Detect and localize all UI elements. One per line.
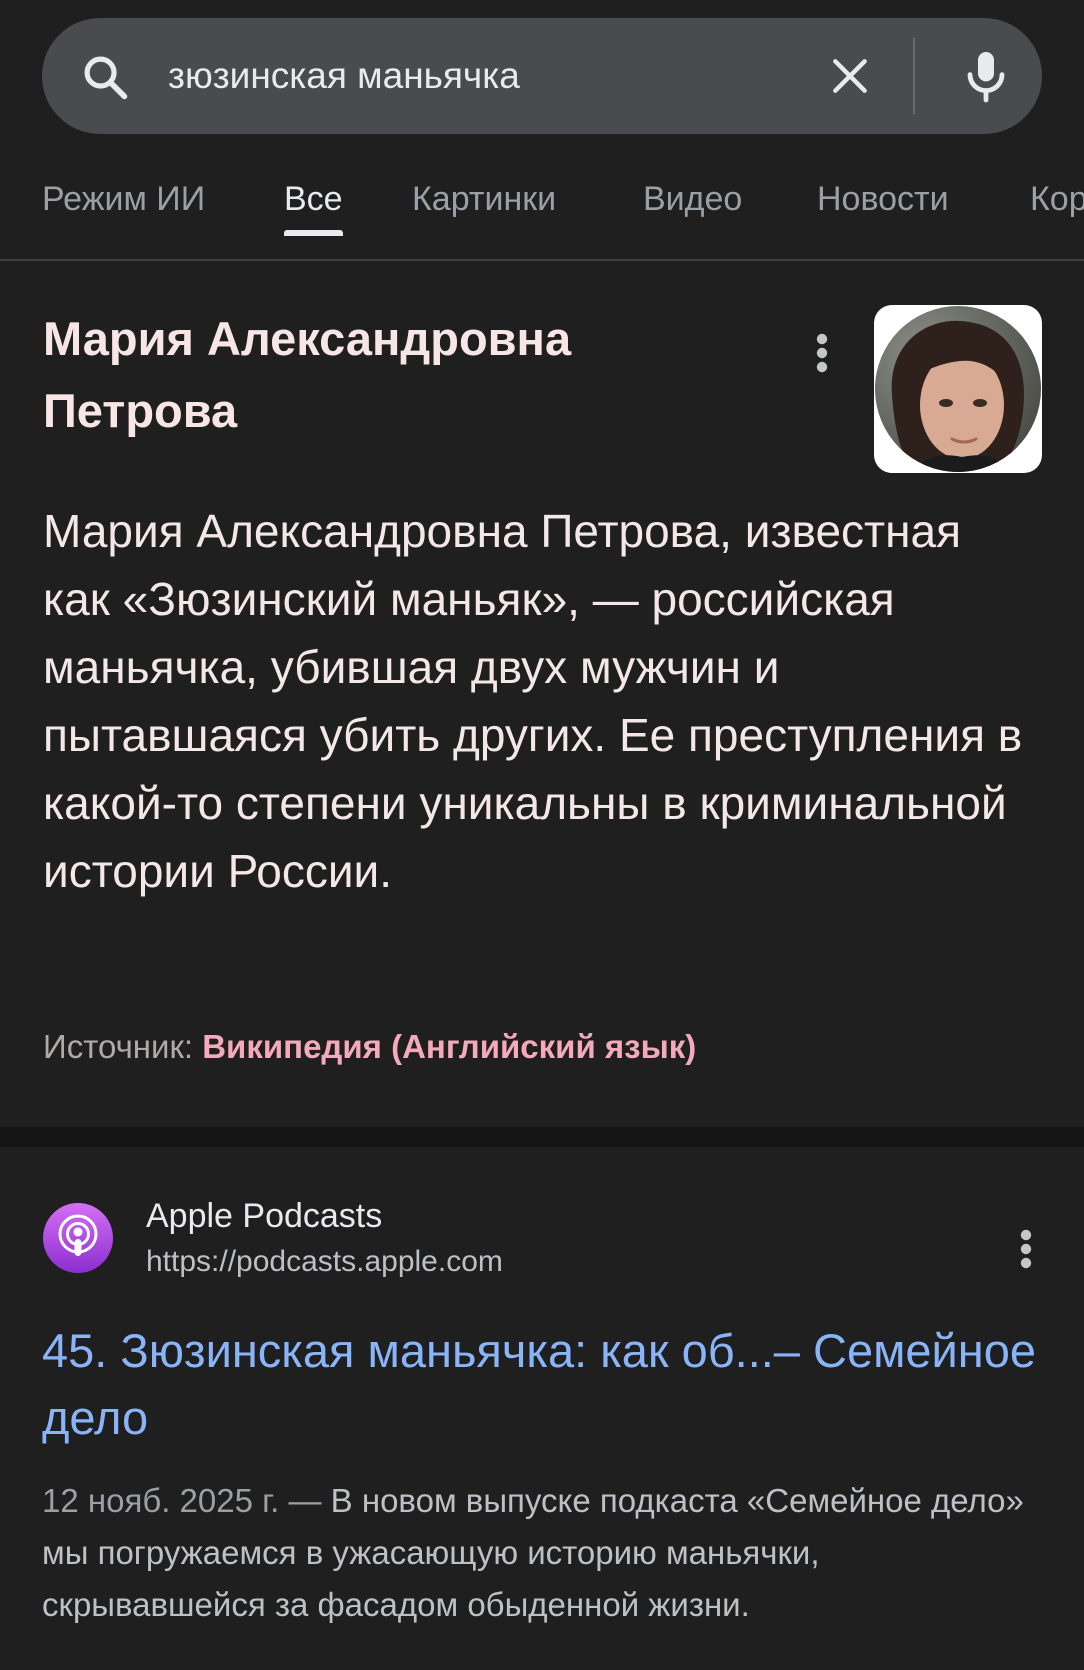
person-photo-image — [875, 306, 1041, 472]
kp-source-label: Источник: — [43, 1028, 194, 1065]
search-result: Apple Podcasts https://podcasts.apple.co… — [0, 1147, 1084, 1670]
tab-news[interactable]: Новости — [817, 170, 949, 234]
kp-title: Мария Александровна Петрова — [43, 303, 763, 447]
kp-title-line-2: Петрова — [43, 384, 238, 437]
result-url[interactable]: https://podcasts.apple.com — [146, 1243, 503, 1281]
search-divider — [913, 38, 915, 114]
section-separator — [0, 1127, 1084, 1147]
search-input[interactable]: зюзинская маньячка — [168, 18, 520, 134]
kp-source-link[interactable]: Википедия (Английский язык) — [202, 1028, 696, 1065]
tab-more[interactable]: Кор — [1030, 170, 1084, 234]
tab-images[interactable]: Картинки — [412, 170, 556, 234]
person-photo[interactable] — [874, 305, 1042, 473]
kp-title-line-1: Мария Александровна — [43, 312, 572, 365]
search-bar[interactable]: зюзинская маньячка — [42, 18, 1042, 134]
more-vert-icon[interactable] — [1014, 1227, 1038, 1271]
podcast-icon — [43, 1203, 113, 1273]
tab-ai-mode[interactable]: Режим ИИ — [42, 170, 205, 234]
clear-icon[interactable] — [828, 54, 872, 98]
knowledge-panel: Мария Александровна Петрова Мария Алекса… — [0, 261, 1084, 1127]
tab-all[interactable]: Все — [284, 170, 343, 236]
search-tabs: Режим ИИ Все Картинки Видео Новости Кор — [0, 170, 1084, 260]
kp-source: Источник: Википедия (Английский язык) — [43, 1027, 696, 1067]
search-icon — [84, 56, 128, 100]
result-title-link[interactable]: 45. Зюзинская маньячка: как об...– Семей… — [42, 1317, 1042, 1451]
tab-video[interactable]: Видео — [643, 170, 742, 234]
result-snippet: 12 нояб. 2025 г. — В новом выпуске подка… — [42, 1475, 1052, 1631]
mic-icon[interactable] — [954, 44, 1018, 108]
more-vert-icon[interactable] — [810, 331, 834, 375]
result-site-name[interactable]: Apple Podcasts — [146, 1195, 382, 1237]
result-date: 12 нояб. 2025 г. — — [42, 1482, 322, 1519]
kp-description: Мария Александровна Петрова, известная к… — [43, 505, 1023, 897]
